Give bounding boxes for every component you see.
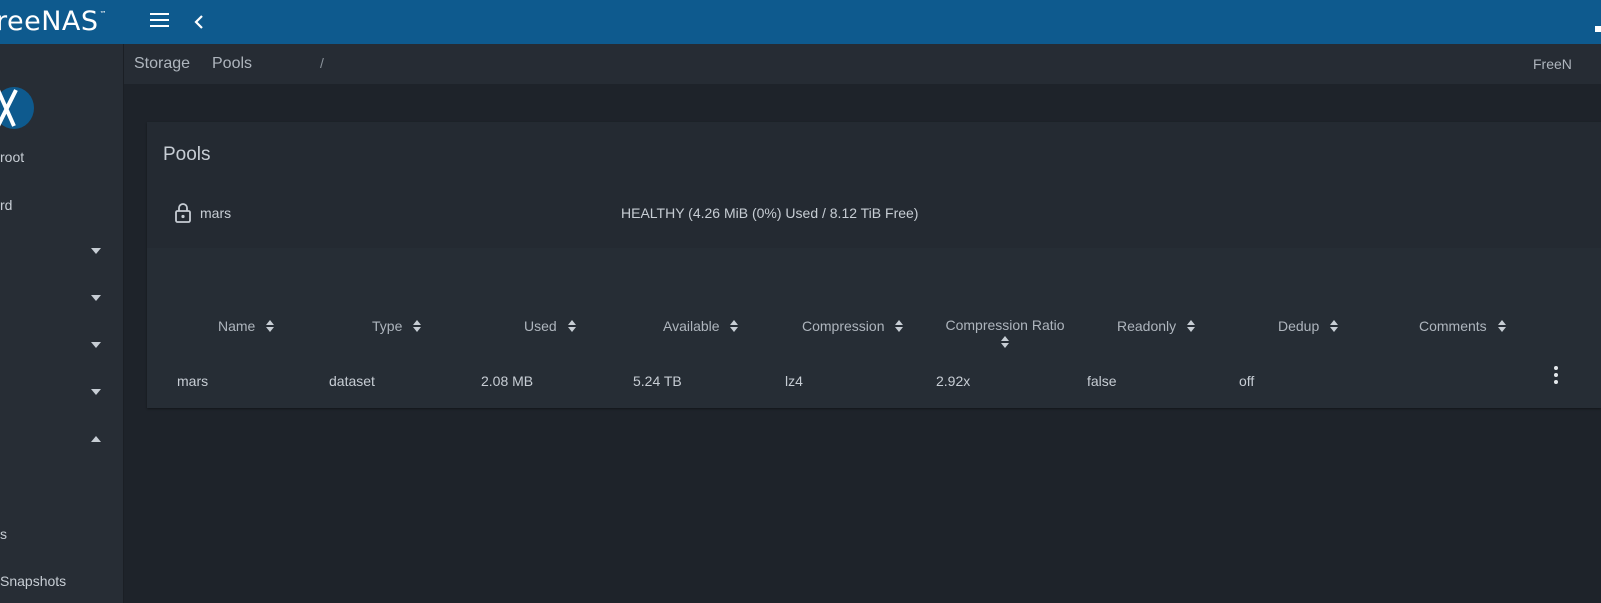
sort-icon: [567, 320, 576, 332]
caret-down-icon[interactable]: [91, 342, 101, 348]
sort-icon: [1497, 320, 1506, 332]
cell-type: dataset: [329, 373, 375, 389]
datasets-table: Name Type Used Available Compression Com…: [147, 248, 1601, 408]
caret-down-icon[interactable]: [91, 248, 101, 254]
brand-logo-text: reeNAS™: [0, 6, 108, 37]
more-vert-icon[interactable]: [1553, 366, 1559, 386]
cell-readonly: false: [1087, 373, 1117, 389]
cell-name: mars: [177, 373, 209, 389]
cell-used: 2.08 MB: [481, 373, 534, 389]
sort-icon: [895, 320, 904, 332]
column-header-used[interactable]: Used: [524, 318, 576, 334]
caret-down-icon[interactable]: [91, 295, 101, 301]
freenas-x-logo: [0, 87, 34, 129]
chevron-left-icon[interactable]: [192, 12, 206, 32]
sort-icon: [1187, 320, 1196, 332]
sort-icon: [1330, 320, 1339, 332]
column-header-type[interactable]: Type: [372, 318, 422, 334]
column-header-available[interactable]: Available: [663, 318, 739, 334]
lock-icon: [175, 203, 191, 223]
cell-compression: lz4: [785, 373, 803, 389]
sidebar-item-dashboard[interactable]: rd: [0, 197, 12, 213]
cell-available: 5.24 TB: [633, 373, 682, 389]
cell-compression-ratio: 2.92x: [936, 373, 971, 389]
top-right-edge-icon[interactable]: [1595, 26, 1601, 32]
hostname-label: FreeN: [1533, 56, 1572, 72]
sort-icon: [1001, 336, 1009, 348]
column-header-compression-ratio[interactable]: Compression Ratio: [940, 316, 1070, 348]
column-header-name[interactable]: Name: [218, 318, 275, 334]
breadcrumb-storage[interactable]: Storage: [134, 55, 190, 73]
sidebar-item-s[interactable]: s: [0, 526, 7, 542]
breadcrumb-separator: /: [320, 55, 324, 71]
sidebar-item-snapshots[interactable]: Snapshots: [0, 573, 66, 589]
pool-name: mars: [200, 205, 232, 221]
column-header-compression[interactable]: Compression: [802, 318, 904, 334]
column-header-dedup[interactable]: Dedup: [1278, 318, 1339, 334]
caret-up-icon[interactable]: [91, 436, 101, 442]
column-header-readonly[interactable]: Readonly: [1117, 318, 1196, 334]
hamburger-menu-icon[interactable]: [150, 13, 169, 30]
breadcrumb: Storage / Pools FreeN: [124, 44, 1601, 84]
breadcrumb-pools: Pools: [212, 55, 253, 72]
pool-status: HEALTHY (4.26 MiB (0%) Used / 8.12 TiB F…: [621, 205, 919, 221]
caret-down-icon[interactable]: [91, 389, 101, 395]
column-header-comments[interactable]: Comments: [1419, 318, 1506, 334]
sidebar: root rd s Snapshots: [0, 44, 124, 603]
sidebar-username: root: [0, 149, 25, 165]
card-title: Pools: [163, 144, 211, 165]
cell-dedup: off: [1239, 373, 1255, 389]
pool-header-row[interactable]: mars HEALTHY (4.26 MiB (0%) Used / 8.12 …: [147, 186, 1601, 248]
sort-icon: [730, 320, 739, 332]
sort-icon: [266, 320, 275, 332]
pools-card: Pools mars HEALTHY (4.26 MiB (0%) Used /…: [147, 122, 1601, 408]
sort-icon: [413, 320, 422, 332]
top-bar: reeNAS™: [0, 0, 1601, 44]
